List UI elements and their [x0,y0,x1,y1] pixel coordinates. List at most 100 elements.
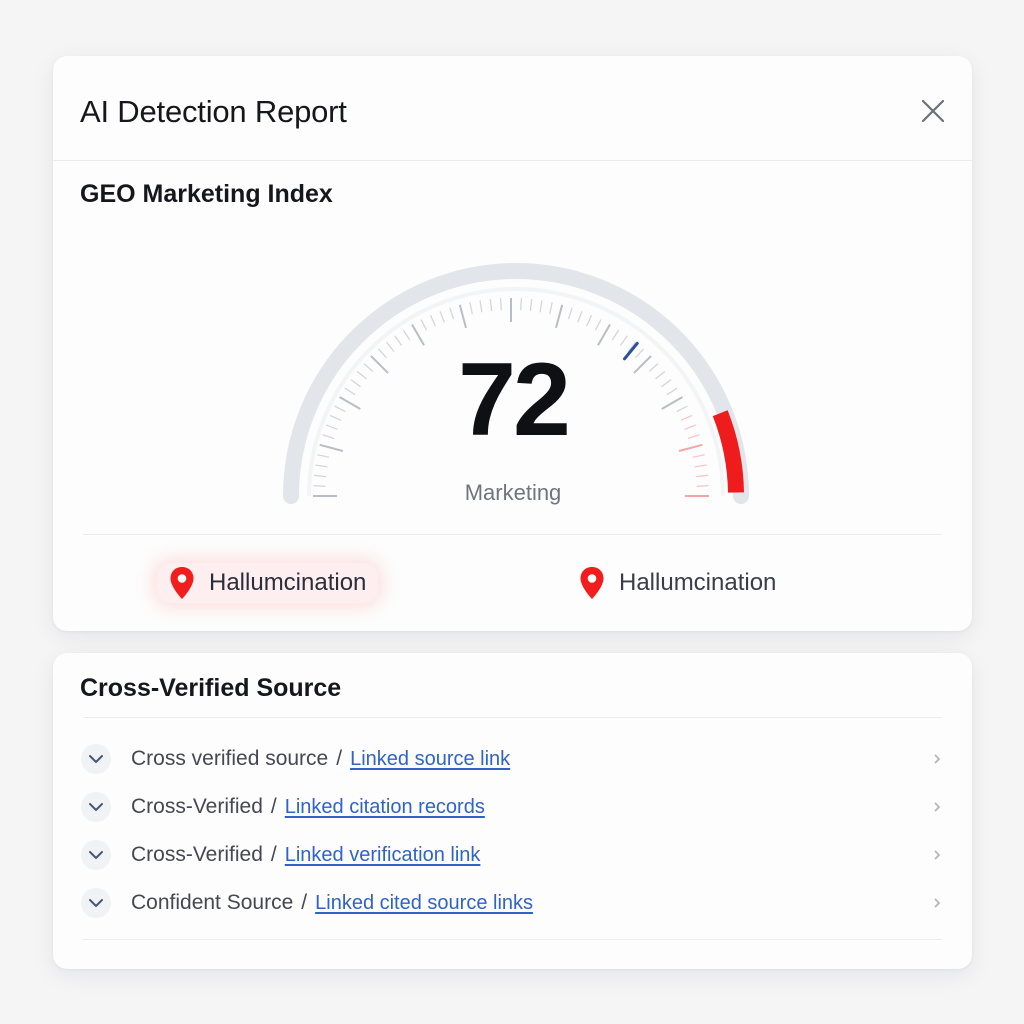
gauge-minor-tick [479,300,483,313]
gauge-minor-tick [567,307,573,320]
gauge-minor-tick [449,307,455,320]
source-name: Confident Source [131,891,294,914]
gauge-minor-tick [594,319,602,331]
source-link[interactable]: Linked cited source links [315,892,533,915]
gauge-minor-tick [385,341,395,352]
gauge-minor-tick [322,434,335,440]
close-button[interactable] [916,94,950,128]
check-icon [81,744,111,774]
gauge-minor-tick [680,414,693,421]
gauge-minor-tick [378,348,387,359]
gauge-minor-tick [363,363,374,372]
source-row[interactable]: Cross-Verified / Linked citation records [81,783,944,831]
gauge-minor-tick [489,299,493,312]
gauge-minor-tick [661,379,672,388]
gauge-minor-tick [315,464,328,468]
source-link[interactable]: Linked source link [350,748,510,771]
gauge-major-tick [411,324,425,346]
location-pin-icon [580,567,604,599]
gauge-minor-tick [687,434,700,440]
gauge-major-tick [370,355,389,374]
gauge-minor-tick [402,329,411,341]
chevron-right-icon [934,802,941,812]
gauge-minor-tick [356,370,367,380]
separator: / [270,843,277,866]
gauge-major-tick [339,396,361,410]
source-list: Cross verified source / Linked source li… [81,735,944,927]
gauge-major-tick [633,355,652,374]
gauge-minor-tick [350,379,361,388]
gauge-minor-tick [394,335,403,346]
gauge-minor-tick [520,298,523,311]
gauge-minor-tick [666,387,678,396]
report-title: AI Detection Report [80,94,347,129]
gauge-minor-tick [317,454,330,458]
source-row[interactable]: Confident Source / Linked cited source l… [81,879,944,927]
separator: / [336,747,343,770]
gauge-minor-tick [619,335,628,346]
separator: / [301,891,308,914]
section-title: GEO Marketing Index [80,180,333,208]
source-name: Cross verified source [131,747,329,770]
gauge-minor-tick [529,299,533,312]
gauge-minor-tick [549,302,553,315]
location-pin-icon [170,567,194,599]
gauge-minor-tick [314,474,327,478]
gauge-minor-tick [692,454,705,458]
chevron-right-icon [934,898,941,908]
gauge-value: 72 [458,342,571,458]
gauge-major-tick [319,443,344,452]
close-icon [921,99,945,123]
separator: / [270,795,277,818]
sources-bottom-divider [83,939,942,940]
source-link[interactable]: Linked verification link [285,844,481,867]
source-row[interactable]: Cross verified source / Linked source li… [81,735,944,783]
chevron-right-icon [934,850,941,860]
gauge-minor-tick [695,474,708,478]
gauge-major-tick [597,324,611,346]
source-name: Cross-Verified [131,795,263,818]
report-divider [83,534,942,535]
sources-title: Cross-Verified Source [80,674,342,702]
gauge-minor-tick [313,484,326,487]
gauge-major-tick [458,304,467,329]
gauge-minor-tick [420,319,428,331]
gauge-minor-tick [334,405,346,413]
gauge-minor-tick [344,387,356,396]
gauge-minor-tick [577,310,583,323]
gauge-minor-tick [429,314,436,327]
report-header: AI Detection Report [53,56,972,161]
gauge-minor-tick [499,298,502,311]
tag-label: Hallumcination [209,569,367,596]
chevron-right-icon [934,754,941,764]
tag-label: Hallumcination [619,569,777,596]
gauge-minor-tick [539,300,543,313]
gauge-minor-tick [611,329,620,341]
gauge-minor-tick [696,484,709,487]
sources-card: Cross-Verified Source Cross verified sou… [53,653,972,969]
gauge-minor-tick [694,464,707,468]
gauge-major-tick [678,443,703,452]
gauge-minor-tick [684,424,697,430]
gauge-minor-tick [676,405,688,413]
gauge-minor-tick [586,314,593,327]
hallucination-tag-active[interactable]: Hallumcination [157,563,379,603]
gauge-label: Marketing [464,480,562,505]
source-link[interactable]: Linked citation records [285,796,485,819]
hallucination-tag[interactable]: Hallumcination [579,563,776,603]
check-icon [81,792,111,822]
gauge-minor-tick [329,414,342,421]
check-icon [81,840,111,870]
gauge-minor-tick [648,363,659,372]
gauge-minor-tick [439,310,445,323]
source-name: Cross-Verified [131,843,263,866]
gauge-major-tick [555,304,564,329]
sources-divider [83,717,942,718]
gauge-minor-tick [469,302,473,315]
gauge-minor-tick [655,370,666,380]
gauge-needle [623,341,639,361]
gauge-major-tick [661,396,683,410]
gauge-minor-tick [635,348,644,359]
check-icon [81,888,111,918]
source-row[interactable]: Cross-Verified / Linked verification lin… [81,831,944,879]
